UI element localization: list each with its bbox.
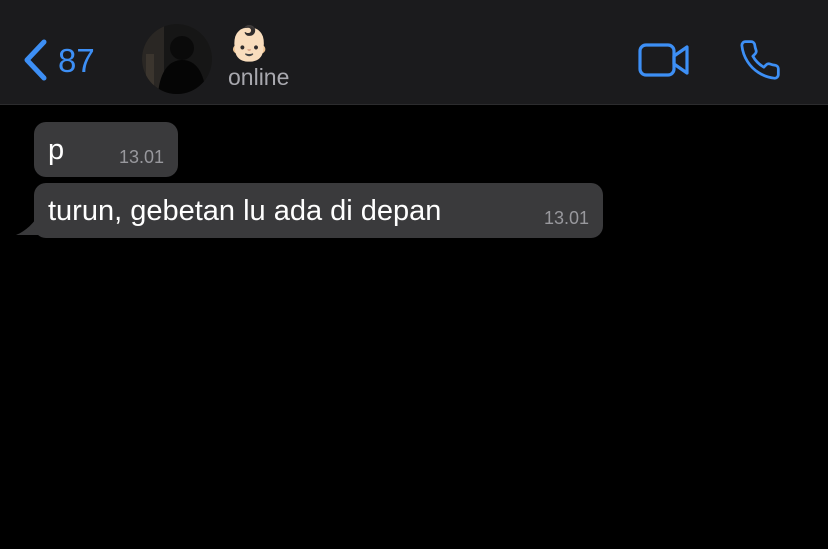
contact-status: online: [228, 64, 290, 90]
avatar-photo: [142, 24, 212, 94]
contact-name: 👶🏻: [228, 25, 271, 63]
voice-call-button[interactable]: [738, 38, 782, 87]
message-text: turun, gebetan lu ada di depan: [48, 195, 442, 227]
message-bubble[interactable]: turun, gebetan lu ada di depan 13.01: [34, 183, 603, 238]
message-time: 13.01: [543, 208, 589, 228]
contact-info[interactable]: 👶🏻 online: [228, 24, 289, 90]
video-call-button[interactable]: [638, 42, 690, 83]
back-button[interactable]: 87: [22, 36, 95, 84]
message-list[interactable]: p 13.01 turun, gebetan lu ada di depan 1…: [0, 105, 828, 549]
video-camera-icon: [638, 43, 689, 77]
chat-header: 87 👶🏻 online: [0, 0, 828, 105]
avatar[interactable]: [142, 24, 212, 94]
chevron-left-icon: [24, 39, 47, 81]
phone-icon: [740, 40, 780, 80]
message-time: 13.01: [118, 147, 164, 167]
message-text: p: [48, 134, 65, 166]
unread-count: 87: [58, 41, 95, 79]
message-bubble[interactable]: p 13.01: [34, 122, 178, 177]
